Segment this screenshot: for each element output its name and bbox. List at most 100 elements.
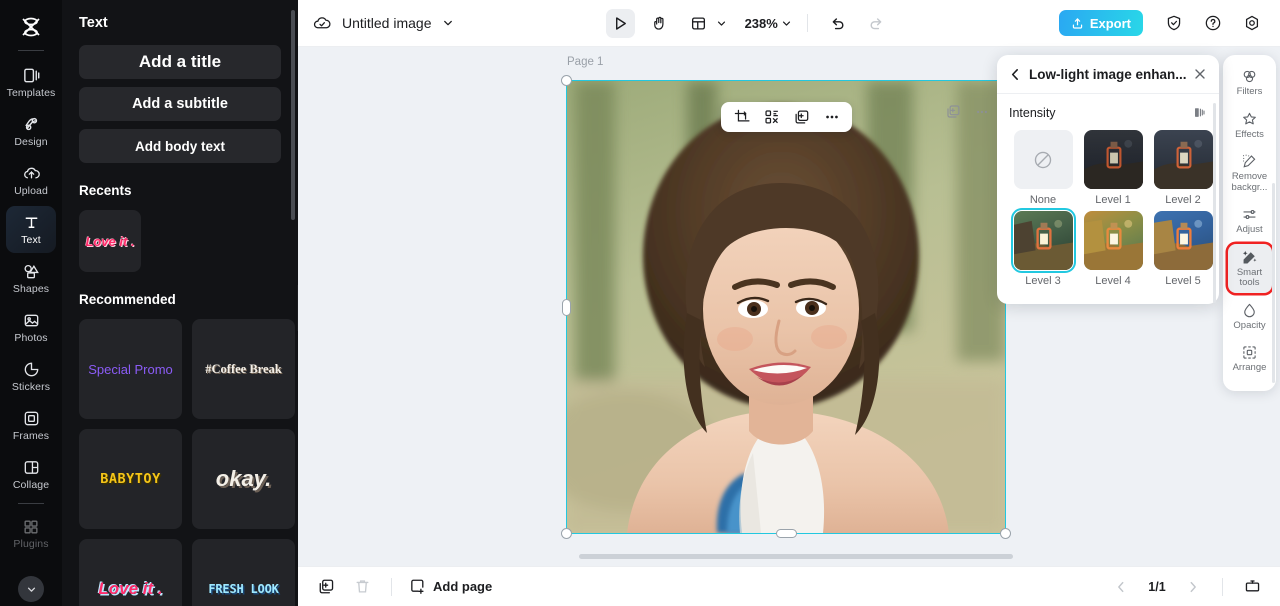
sidebar-item-design[interactable]: Design: [6, 108, 56, 155]
add-page-icon: [411, 579, 424, 594]
layout-tool-button[interactable]: [684, 9, 727, 38]
canvas-horizontal-scrollbar[interactable]: [579, 554, 1013, 559]
level-option-5[interactable]: Level 5: [1149, 211, 1217, 287]
list-item[interactable]: #Coffee Break: [192, 319, 295, 419]
right-tool-scrollbar[interactable]: [1272, 183, 1275, 383]
level-option-none[interactable]: None: [1009, 130, 1077, 206]
tool-filters[interactable]: Filters: [1228, 63, 1272, 102]
sidebar-item-label: Design: [14, 136, 48, 148]
recommended-grid: Special Promo #Coffee Break BABYTOY okay…: [79, 319, 295, 606]
sidebar-item-collage[interactable]: Collage: [6, 451, 56, 498]
back-button[interactable]: [1009, 68, 1022, 81]
crop-button[interactable]: [728, 105, 755, 130]
tool-arrange[interactable]: Arrange: [1228, 339, 1272, 378]
rail-collapse-button[interactable]: [18, 576, 44, 602]
zoom-control[interactable]: 238%: [745, 16, 792, 31]
delete-page-button[interactable]: [350, 575, 374, 599]
panel-scrollbar[interactable]: [291, 10, 295, 220]
floating-object-toolbar: [721, 102, 852, 132]
effects-icon: [1243, 112, 1256, 124]
sidebar-item-templates[interactable]: Templates: [6, 59, 56, 106]
prev-page-button[interactable]: [1109, 575, 1133, 599]
close-button[interactable]: [1193, 67, 1207, 81]
list-item[interactable]: okay.: [192, 429, 295, 529]
template-text-preview: #Coffee Break: [205, 361, 282, 376]
tool-effects[interactable]: Effects: [1228, 106, 1272, 145]
cutout-button[interactable]: [758, 105, 785, 130]
export-button[interactable]: Export: [1058, 10, 1143, 36]
more-options-button[interactable]: [818, 105, 845, 130]
list-item[interactable]: Love it .: [79, 210, 141, 272]
recents-heading: Recents: [79, 183, 132, 198]
undo-button[interactable]: [823, 9, 852, 38]
duplicate-icon: [795, 110, 808, 124]
more-horizontal-icon[interactable]: [975, 105, 989, 119]
recents-list: Love it .: [79, 210, 281, 272]
tool-adjust[interactable]: Adjust: [1228, 201, 1272, 240]
sidebar-item-label: Templates: [6, 87, 56, 99]
list-item[interactable]: FRESH LOOK: [192, 539, 295, 606]
right-tool-rail: Filters Effects Remove backgr... Adjust …: [1223, 55, 1276, 391]
artboard[interactable]: [567, 81, 1005, 533]
document-title: Untitled image: [342, 15, 432, 31]
text-panel: Text Add a title Add a subtitle Add body…: [62, 0, 298, 606]
level-option-3[interactable]: Level 3: [1009, 208, 1077, 287]
list-item[interactable]: Love it .: [79, 539, 182, 606]
sidebar-item-label: Collage: [12, 479, 50, 491]
tool-opacity[interactable]: Opacity: [1228, 297, 1272, 336]
sidebar-item-stickers[interactable]: Stickers: [6, 353, 56, 400]
present-button[interactable]: [1240, 575, 1264, 599]
rail-divider: [18, 50, 44, 51]
shield-check-button[interactable]: [1159, 9, 1188, 38]
duplicate-page-icon: [319, 579, 333, 594]
panel-title: Text: [79, 15, 108, 31]
sidebar-item-label: Plugins: [13, 537, 49, 550]
sidebar-item-frames[interactable]: Frames: [6, 402, 56, 449]
document-title-group[interactable]: Untitled image: [312, 13, 454, 33]
list-item[interactable]: Special Promo: [79, 319, 182, 419]
property-panel-scrollbar[interactable]: [1213, 103, 1216, 303]
next-page-button[interactable]: [1181, 575, 1205, 599]
level-label: Level 1: [1095, 194, 1131, 206]
intensity-level-grid: None Level 1 Level 2 Level 3 Level 4 Lev…: [1009, 130, 1213, 292]
sidebar-item-photos[interactable]: Photos: [6, 304, 56, 351]
template-text-preview: FRESH LOOK: [208, 582, 279, 596]
redo-button[interactable]: [862, 9, 891, 38]
sidebar-item-plugins[interactable]: Plugins: [6, 510, 56, 557]
level-thumbnail: [1013, 130, 1073, 189]
tool-label: Filters: [1236, 86, 1263, 97]
level-option-1[interactable]: Level 1: [1079, 130, 1147, 206]
chevron-down-icon: [27, 587, 35, 592]
add-subtitle-button[interactable]: Add a subtitle: [79, 87, 281, 121]
chevron-left-icon: [1118, 581, 1124, 592]
chevron-left-icon: [1011, 68, 1018, 80]
sidebar-item-shapes[interactable]: Shapes: [6, 255, 56, 302]
add-body-text-button[interactable]: Add body text: [79, 129, 281, 163]
select-tool-button[interactable]: [605, 8, 635, 38]
before-after-compare-icon[interactable]: [1192, 105, 1207, 120]
hand-tool-button[interactable]: [645, 9, 674, 38]
export-label: Export: [1089, 15, 1131, 31]
level-thumbnail: [1083, 211, 1143, 270]
duplicate-button[interactable]: [788, 105, 815, 130]
gear-icon: [1245, 15, 1258, 31]
trash-icon: [356, 580, 368, 593]
add-page-button[interactable]: Add page: [409, 578, 492, 595]
tool-remove-background[interactable]: Remove backgr...: [1228, 148, 1272, 197]
sidebar-item-text[interactable]: Text: [6, 206, 56, 253]
chevron-down-icon[interactable]: [442, 17, 454, 29]
duplicate-page-button[interactable]: [314, 575, 338, 599]
list-item[interactable]: BABYTOY: [79, 429, 182, 529]
panel-collapse-handle[interactable]: [297, 285, 298, 331]
tool-smart-tools[interactable]: Smart tools: [1227, 243, 1272, 293]
sidebar-item-upload[interactable]: Upload: [6, 157, 56, 204]
level-option-4[interactable]: Level 4: [1079, 211, 1147, 287]
sidebar-item-label: Frames: [12, 430, 50, 442]
help-button[interactable]: [1198, 9, 1227, 38]
capcut-logo-icon[interactable]: [11, 10, 51, 44]
duplicate-layer-icon[interactable]: [946, 104, 961, 119]
add-title-button[interactable]: Add a title: [79, 45, 281, 79]
level-option-2[interactable]: Level 2: [1149, 130, 1217, 206]
layout-grid-icon[interactable]: [684, 9, 713, 38]
settings-button[interactable]: [1237, 9, 1266, 38]
